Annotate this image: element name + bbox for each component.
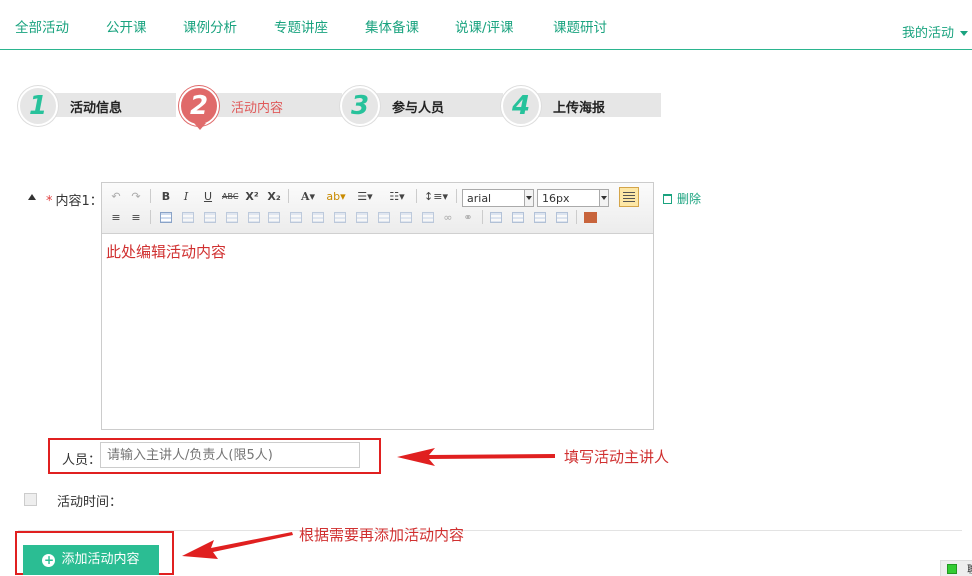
font-size-select[interactable]: 16px bbox=[537, 189, 609, 207]
link-icon[interactable]: ∞ bbox=[440, 210, 456, 226]
split-cells-icon[interactable] bbox=[378, 212, 390, 223]
strikethrough-icon[interactable]: ABC bbox=[222, 189, 238, 205]
insert-col-icon[interactable] bbox=[268, 212, 280, 223]
toolbar-separator bbox=[416, 189, 417, 203]
editor-toolbar: ↶ ↷ B I U ABC X² X₂ A▾ ab▾ ☰▾ ☷▾ ↕≡▾ ari… bbox=[102, 183, 653, 234]
activity-time-checkbox[interactable] bbox=[24, 493, 37, 506]
status-widget[interactable]: 聯 bbox=[940, 560, 972, 576]
split-rows-icon[interactable] bbox=[400, 212, 412, 223]
arrow-icon bbox=[182, 532, 293, 559]
image-none-icon[interactable] bbox=[556, 212, 568, 223]
insert-image-icon[interactable] bbox=[584, 212, 597, 223]
caret-down-icon bbox=[960, 31, 968, 36]
nav-open-class[interactable]: 公开课 bbox=[106, 16, 147, 36]
justify-left-icon[interactable] bbox=[619, 187, 639, 207]
activity-time-label: 活动时间： bbox=[57, 495, 123, 510]
image-center-icon[interactable] bbox=[534, 212, 546, 223]
my-activity-label: 我的活动 bbox=[901, 26, 954, 41]
highlight-icon[interactable]: ab▾ bbox=[324, 189, 348, 205]
toolbar-separator bbox=[456, 189, 457, 203]
image-right-icon[interactable] bbox=[512, 212, 524, 223]
insert-table-icon[interactable] bbox=[160, 212, 172, 223]
person-input[interactable] bbox=[100, 442, 360, 468]
redo-icon[interactable]: ↷ bbox=[128, 189, 144, 205]
required-mark: * bbox=[46, 194, 53, 209]
italic-icon[interactable]: I bbox=[178, 189, 194, 205]
toolbar-separator bbox=[150, 189, 151, 203]
chevron-down-icon bbox=[524, 190, 533, 206]
image-left-icon[interactable] bbox=[490, 212, 502, 223]
merge-cells-icon[interactable] bbox=[312, 212, 324, 223]
delete-row-icon[interactable] bbox=[248, 212, 260, 223]
plus-circle-icon: + bbox=[42, 553, 56, 567]
merge-right-icon[interactable] bbox=[334, 212, 346, 223]
insert-row-icon[interactable] bbox=[226, 212, 238, 223]
step-number: 4 bbox=[501, 86, 541, 126]
editor-content[interactable]: 此处编辑活动内容 bbox=[106, 241, 226, 262]
step-number: 1 bbox=[18, 86, 58, 126]
top-nav: 全部活动 公开课 课例分析 专题讲座 集体备课 说课/评课 课题研讨 我的活动 bbox=[0, 0, 972, 50]
nav-all-activities[interactable]: 全部活动 bbox=[15, 16, 69, 36]
unordered-list-icon[interactable]: ☷▾ bbox=[386, 189, 408, 205]
toolbar-separator bbox=[576, 210, 577, 224]
toolbar-separator bbox=[482, 210, 483, 224]
person-label: 人员： bbox=[62, 453, 102, 468]
align-center-icon[interactable]: ≡ bbox=[108, 210, 124, 226]
status-indicator-icon bbox=[947, 564, 957, 574]
step-label: 上传海报 bbox=[553, 101, 606, 116]
nav-topic-research[interactable]: 课题研讨 bbox=[553, 16, 607, 36]
nav-case-analysis[interactable]: 课例分析 bbox=[183, 16, 237, 36]
step-label: 活动信息 bbox=[70, 101, 123, 116]
delete-label: 删除 bbox=[677, 192, 702, 206]
undo-icon[interactable]: ↶ bbox=[108, 189, 124, 205]
toolbar-separator bbox=[150, 210, 151, 224]
chevron-down-icon bbox=[599, 190, 608, 206]
superscript-icon[interactable]: X² bbox=[244, 189, 260, 205]
delete-col-icon[interactable] bbox=[290, 212, 302, 223]
align-right-icon[interactable]: ≡ bbox=[128, 210, 144, 226]
my-activity-dropdown[interactable]: 我的活动 bbox=[902, 22, 968, 41]
collapse-triangle-icon[interactable] bbox=[28, 194, 36, 200]
split-cols-icon[interactable] bbox=[422, 212, 434, 223]
step-number: 3 bbox=[340, 86, 380, 126]
content-label-text: 内容1： bbox=[55, 194, 103, 209]
rich-text-editor[interactable]: ↶ ↷ B I U ABC X² X₂ A▾ ab▾ ☰▾ ☷▾ ↕≡▾ ari… bbox=[101, 182, 654, 430]
arrow-icon bbox=[397, 448, 555, 466]
step-label: 活动内容 bbox=[231, 101, 284, 116]
font-family-value: arial bbox=[467, 192, 492, 205]
underline-icon[interactable]: U bbox=[200, 189, 216, 205]
merge-down-icon[interactable] bbox=[356, 212, 368, 223]
nav-group-prep[interactable]: 集体备课 bbox=[365, 16, 419, 36]
content-label: * 内容1： bbox=[46, 190, 103, 209]
delete-table-icon[interactable] bbox=[182, 212, 194, 223]
add-content-button[interactable]: + 添加活动内容 bbox=[23, 545, 159, 575]
step-number: 2 bbox=[179, 86, 219, 130]
trash-icon bbox=[663, 194, 672, 204]
toolbar-separator bbox=[288, 189, 289, 203]
subscript-icon[interactable]: X₂ bbox=[266, 189, 282, 205]
step-label: 参与人员 bbox=[392, 101, 445, 116]
nav-special-lecture[interactable]: 专题讲座 bbox=[274, 16, 328, 36]
annotation-add-hint: 根据需要再添加活动内容 bbox=[299, 526, 465, 544]
insert-para-before-table-icon[interactable] bbox=[204, 212, 216, 223]
font-family-select[interactable]: arial bbox=[462, 189, 534, 207]
unlink-icon[interactable]: ⚭ bbox=[460, 210, 476, 226]
status-text: 聯 bbox=[967, 561, 972, 576]
font-color-icon[interactable]: A▾ bbox=[296, 189, 320, 205]
nav-lesson-review[interactable]: 说课/评课 bbox=[455, 16, 514, 36]
delete-button[interactable]: 删除 bbox=[663, 190, 701, 207]
ordered-list-icon[interactable]: ☰▾ bbox=[354, 189, 376, 205]
add-content-label: 添加活动内容 bbox=[61, 552, 140, 567]
annotation-person-hint: 填写活动主讲人 bbox=[564, 448, 670, 466]
line-height-icon[interactable]: ↕≡▾ bbox=[424, 189, 448, 205]
bold-icon[interactable]: B bbox=[158, 189, 174, 205]
font-size-value: 16px bbox=[542, 192, 570, 205]
